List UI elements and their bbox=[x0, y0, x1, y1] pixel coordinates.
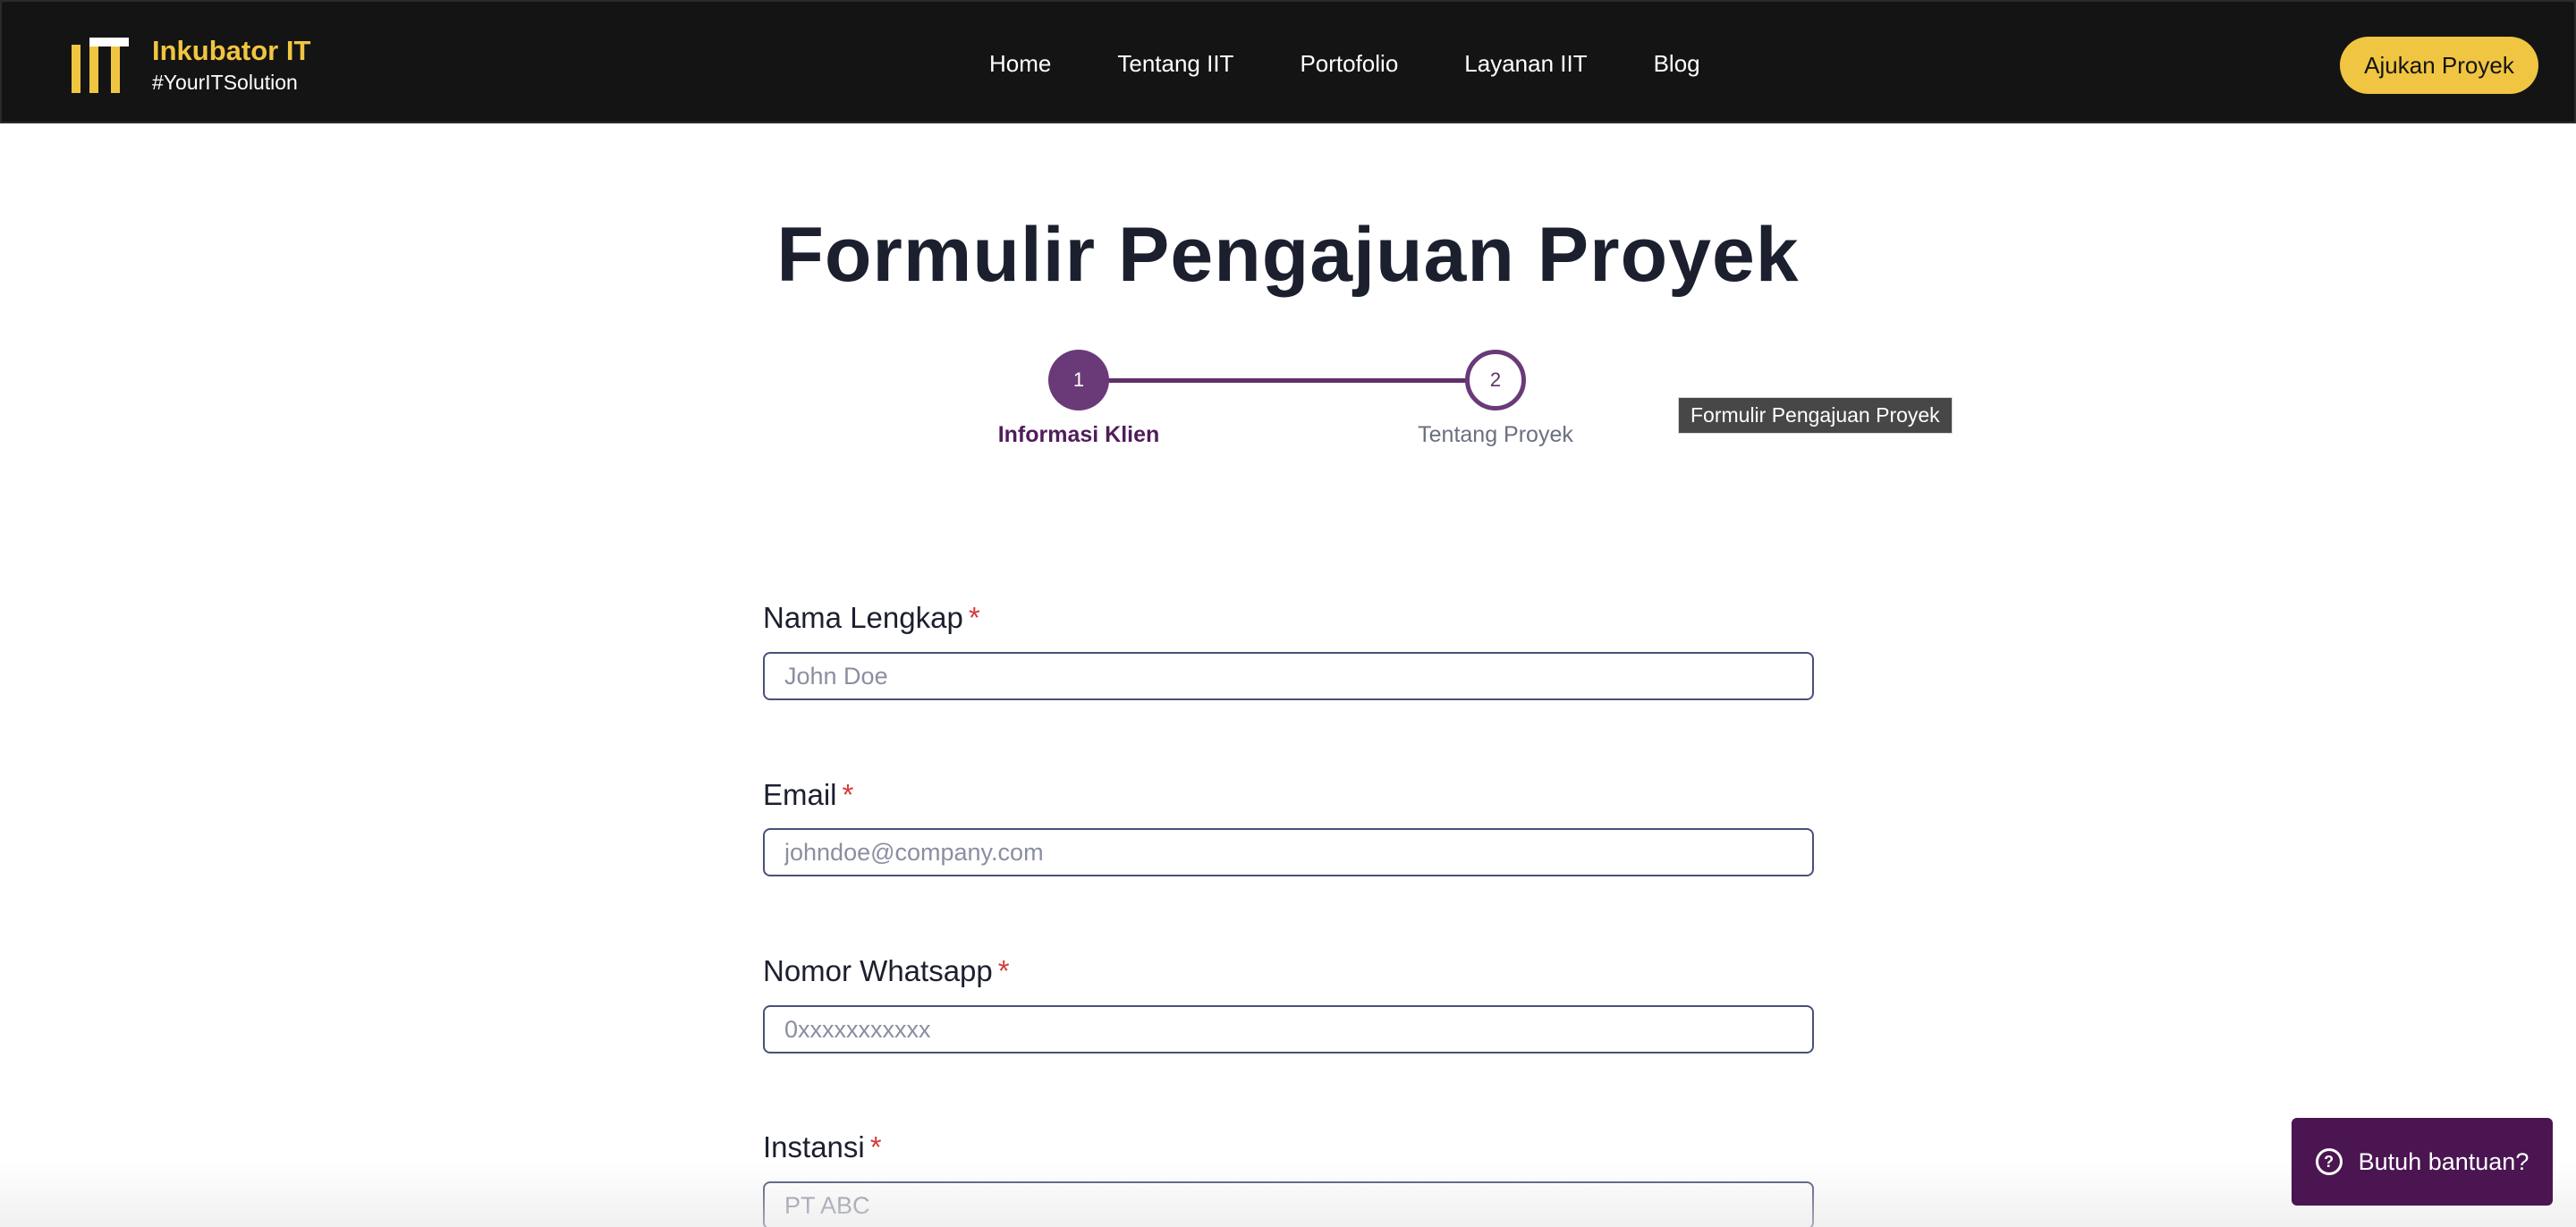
brand-logo[interactable]: Inkubator IT #YourITSolution bbox=[68, 36, 310, 95]
step-1-label: Informasi Klien bbox=[997, 422, 1160, 447]
step-1-indicator[interactable]: 1 bbox=[1048, 350, 1109, 410]
tooltip: Formulir Pengajuan Proyek bbox=[1678, 397, 1953, 434]
nama-lengkap-label-text: Nama Lengkap bbox=[763, 601, 963, 634]
page-title: Formulir Pengajuan Proyek bbox=[776, 212, 1800, 298]
nav-link-home[interactable]: Home bbox=[989, 50, 1051, 78]
brand-tagline: #YourITSolution bbox=[152, 71, 298, 94]
required-marker: * bbox=[997, 954, 1010, 987]
email-label-text: Email bbox=[763, 778, 837, 811]
stepper-connector bbox=[1107, 378, 1469, 383]
nav-link-tentang-iit[interactable]: Tentang IIT bbox=[1117, 50, 1233, 78]
email-label: Email * bbox=[763, 778, 853, 812]
help-button-label: Butuh bantuan? bbox=[2358, 1147, 2529, 1175]
step-2-label: Tentang Proyek bbox=[1418, 422, 1573, 447]
required-marker: * bbox=[968, 601, 980, 634]
navbar: Inkubator IT #YourITSolution Home Tentan… bbox=[0, 0, 2576, 123]
instansi-input[interactable] bbox=[763, 1181, 1814, 1227]
step-2-indicator[interactable]: 2 bbox=[1465, 350, 1526, 410]
email-input[interactable] bbox=[763, 828, 1814, 876]
nomor-whatsapp-label: Nomor Whatsapp * bbox=[763, 954, 1010, 988]
brand-text: Inkubator IT #YourITSolution bbox=[152, 36, 310, 95]
logo-mark-icon bbox=[68, 36, 132, 95]
required-marker: * bbox=[869, 1130, 882, 1164]
nama-lengkap-label: Nama Lengkap * bbox=[763, 601, 980, 635]
help-button[interactable]: ? Butuh bantuan? bbox=[2292, 1118, 2553, 1206]
ajukan-proyek-button[interactable]: Ajukan Proyek bbox=[2340, 37, 2538, 94]
nama-lengkap-input[interactable] bbox=[763, 652, 1814, 700]
nav-link-portofolio[interactable]: Portofolio bbox=[1300, 50, 1398, 78]
nomor-whatsapp-label-text: Nomor Whatsapp bbox=[763, 954, 993, 987]
main-nav: Home Tentang IIT Portofolio Layanan IIT … bbox=[989, 2, 1700, 125]
instansi-label: Instansi * bbox=[763, 1130, 882, 1164]
nav-link-layanan-iit[interactable]: Layanan IIT bbox=[1464, 50, 1587, 78]
chat-question-icon: ? bbox=[2315, 1148, 2343, 1175]
instansi-label-text: Instansi bbox=[763, 1130, 865, 1164]
required-marker: * bbox=[842, 778, 854, 811]
nav-link-blog[interactable]: Blog bbox=[1654, 50, 1700, 78]
nomor-whatsapp-input[interactable] bbox=[763, 1005, 1814, 1054]
brand-name: Inkubator IT bbox=[152, 35, 311, 66]
